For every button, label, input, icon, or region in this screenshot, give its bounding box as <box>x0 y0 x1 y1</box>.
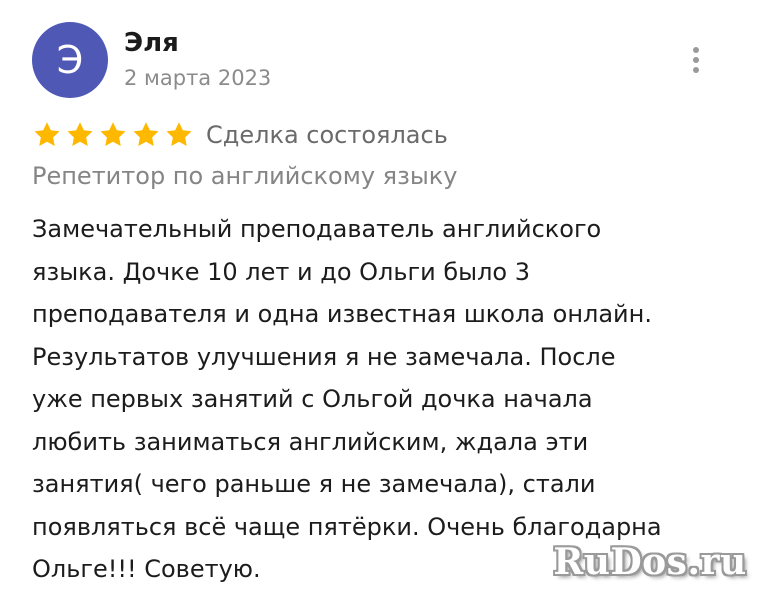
review-text-line: любить заниматься английским, ждала эти <box>32 427 589 456</box>
review-text-line: языка. Дочке 10 лет и до Ольги было 3 <box>32 257 531 286</box>
review-text-line: Замечательный преподаватель английского <box>32 215 602 243</box>
star-icon <box>100 122 126 146</box>
avatar[interactable]: Э <box>32 22 108 98</box>
service-name[interactable]: Репетитор по английскому языку <box>32 162 458 190</box>
more-vertical-icon <box>693 47 699 53</box>
review-text-line: появляться всё чаще пятёрки. Очень благо… <box>32 512 662 541</box>
review-date: 2 марта 2023 <box>124 66 272 90</box>
star-icon <box>166 122 192 146</box>
star-icon <box>67 122 93 146</box>
star-icon <box>133 122 159 146</box>
review-text: Замечательный преподаватель английского … <box>32 208 738 591</box>
review-text-line: Ольге!!! Советую. <box>32 555 261 583</box>
avatar-initial: Э <box>56 38 84 82</box>
more-vertical-icon-dot-2 <box>693 57 699 63</box>
review-text-line: уже первых занятий с Ольгой дочка начала <box>32 385 593 413</box>
deal-status: Сделка состоялась <box>206 121 448 149</box>
more-vertical-icon-dot-3 <box>693 67 699 73</box>
star-icon <box>34 122 60 146</box>
rating-stars <box>32 120 194 150</box>
more-options-button[interactable] <box>678 40 714 80</box>
review-text-line: Результатов улучшения я не замечала. Пос… <box>32 342 616 371</box>
author-name[interactable]: Эля <box>124 28 179 58</box>
review-text-line: занятия( чего раньше я не замечала), ста… <box>32 470 596 498</box>
review-card: Э Эля 2 марта 2023 Сделка состоялась Реп… <box>0 0 763 600</box>
review-text-line: преподавателя и одна известная школа онл… <box>32 300 652 328</box>
rating-row: Сделка состоялась <box>32 118 448 152</box>
